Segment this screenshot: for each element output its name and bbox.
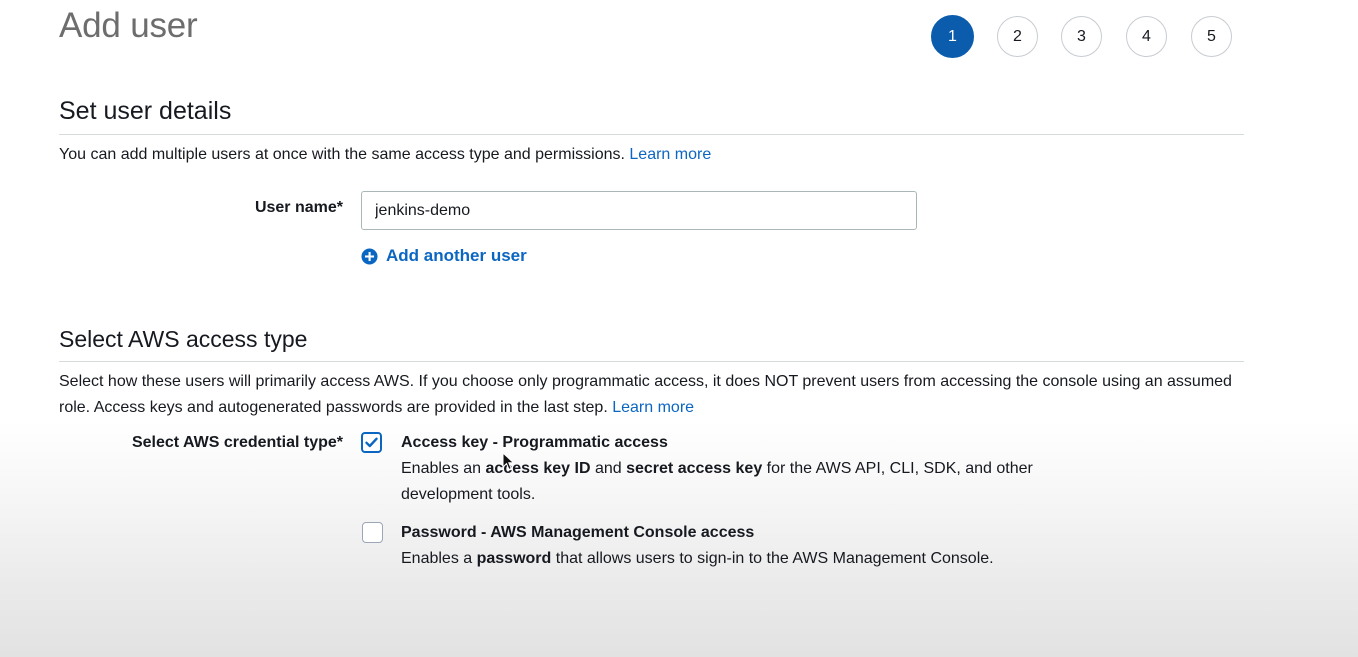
add-another-user-label: Add another user [386,246,527,265]
access-key-checkbox[interactable] [361,432,382,453]
desc-emphasis: password [476,550,552,567]
credential-type-label: Select AWS credential type* [131,434,343,451]
user-details-description-text: You can add multiple users at once with … [59,146,625,163]
add-another-user-button[interactable]: Add another user [361,246,527,266]
access-type-description: Select how these users will primarily ac… [59,369,1249,421]
step-3[interactable]: 3 [1061,16,1102,57]
learn-more-link[interactable]: Learn more [612,399,694,416]
access-key-option-description: Enables an access key ID and secret acce… [401,456,1061,508]
step-2[interactable]: 2 [997,16,1038,57]
step-4[interactable]: 4 [1126,16,1167,57]
step-5[interactable]: 5 [1191,16,1232,57]
section-heading-access-type: Select AWS access type [59,326,308,352]
section-divider [59,361,1244,362]
section-divider [59,134,1244,135]
desc-emphasis: secret access key [626,460,763,477]
user-details-description: You can add multiple users at once with … [59,142,711,168]
user-name-input[interactable] [361,191,917,230]
desc-text: and [590,460,627,477]
desc-text: Enables an [401,460,486,477]
password-option-title[interactable]: Password - AWS Management Console access [401,524,754,542]
mouse-pointer-icon [502,452,515,471]
checkmark-icon [365,437,378,448]
desc-text: Enables a [401,550,477,567]
password-checkbox[interactable] [362,522,383,543]
step-1[interactable]: 1 [931,15,974,58]
access-key-option-title[interactable]: Access key - Programmatic access [401,434,668,452]
plus-circle-icon [361,247,378,265]
user-name-label: User name* [254,199,343,216]
learn-more-link[interactable]: Learn more [629,146,711,163]
desc-text: that allows users to sign-in to the AWS … [551,550,994,567]
password-option-description: Enables a password that allows users to … [401,546,994,572]
section-heading-user-details: Set user details [59,97,232,125]
page-title: Add user [59,6,198,45]
